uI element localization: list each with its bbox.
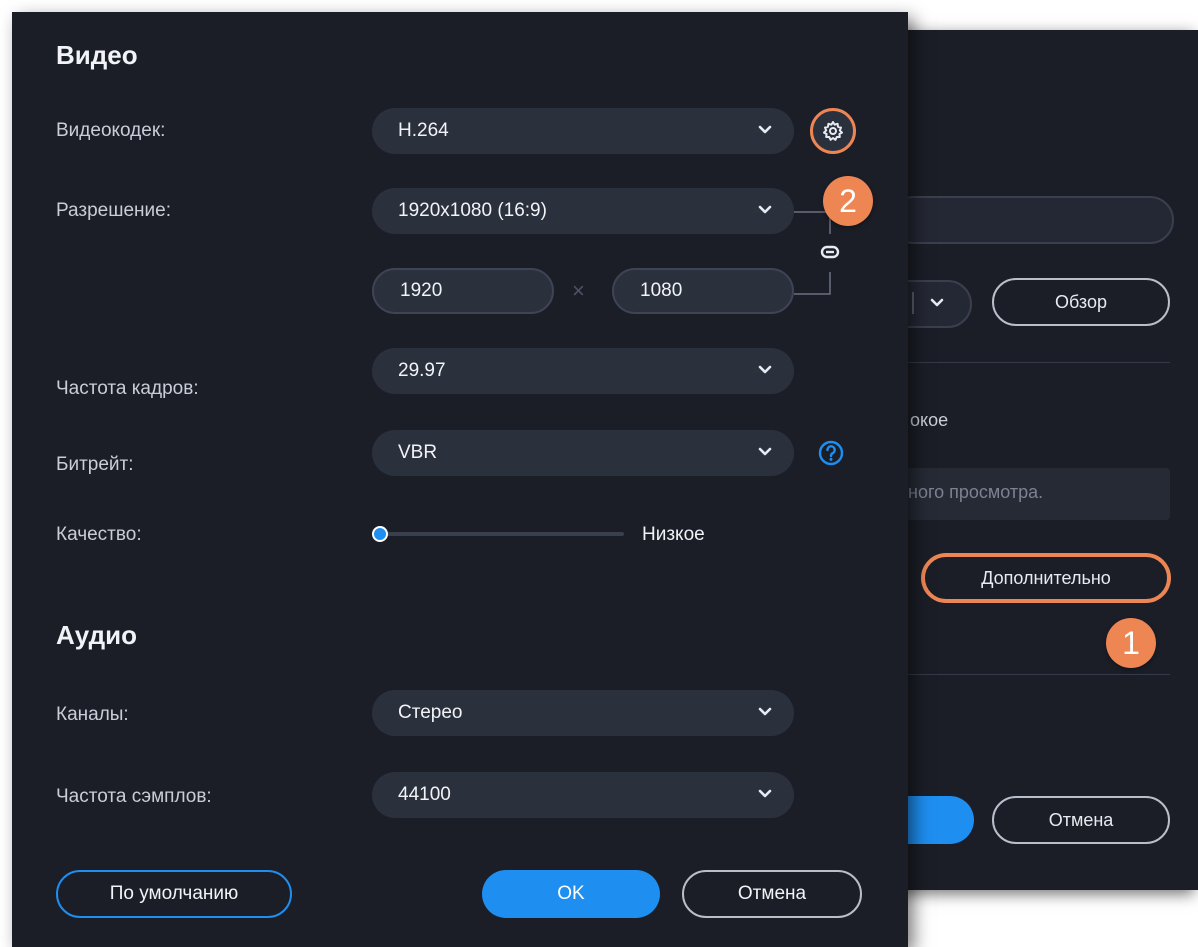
cancel-button-background[interactable]: Отмена: [992, 796, 1170, 844]
bitrate-label: Битрейт:: [56, 454, 134, 475]
codec-value: H.264: [398, 120, 449, 141]
hint-box: ного просмотра.: [900, 468, 1170, 520]
framerate-value: 29.97: [398, 360, 446, 381]
chevron-down-icon: [758, 125, 772, 134]
width-input[interactable]: 1920: [372, 268, 554, 314]
resolution-label: Разрешение:: [56, 200, 172, 221]
bitrate-select[interactable]: VBR: [372, 430, 794, 476]
default-button[interactable]: По умолчанию: [56, 870, 292, 918]
divider: [908, 674, 1170, 675]
advanced-settings-dialog: Видео Видеокодек: H.264 Разрешение: 1920…: [12, 12, 908, 947]
framerate-select[interactable]: 29.97: [372, 348, 794, 394]
quality-label: Качество:: [56, 524, 142, 545]
cancel-button[interactable]: Отмена: [682, 870, 862, 918]
ok-button[interactable]: OK: [482, 870, 660, 918]
framerate-label: Частота кадров:: [56, 378, 199, 399]
divider: [908, 362, 1170, 363]
export-dialog-background: Обзор окое ного просмотра. Дополнительно…: [860, 30, 1198, 890]
channels-label: Каналы:: [56, 704, 129, 725]
quality-slider-thumb[interactable]: [372, 526, 388, 542]
step-2-badge: 2: [823, 176, 873, 226]
codec-settings-button[interactable]: [810, 108, 856, 154]
samplerate-select[interactable]: 44100: [372, 772, 794, 818]
codec-label: Видеокодек:: [56, 120, 166, 141]
advanced-button[interactable]: Дополнительно: [922, 554, 1170, 602]
resolution-value: 1920x1080 (16:9): [398, 200, 547, 221]
chevron-down-icon: [758, 447, 772, 456]
dropdown-divider: [912, 292, 914, 314]
times-sign: ×: [572, 278, 585, 303]
resolution-select[interactable]: 1920x1080 (16:9): [372, 188, 794, 234]
channels-value: Стерео: [398, 702, 463, 723]
audio-section-title: Аудио: [56, 620, 137, 650]
height-value: 1080: [640, 280, 683, 301]
quality-value: Низкое: [642, 524, 705, 545]
gear-icon: [823, 121, 843, 141]
filename-field[interactable]: [890, 196, 1174, 244]
help-icon[interactable]: [818, 440, 844, 466]
chevron-down-icon: [758, 205, 772, 214]
chevron-down-icon: [758, 789, 772, 798]
quality-slider-track: [372, 532, 624, 536]
samplerate-label: Частота сэмплов:: [56, 786, 212, 807]
quality-value-partial: окое: [910, 410, 949, 430]
chevron-down-icon: [758, 707, 772, 716]
samplerate-value: 44100: [398, 784, 451, 805]
hint-text-partial: ного просмотра.: [908, 482, 1044, 502]
bitrate-value: VBR: [398, 442, 438, 463]
step-1-badge: 1: [1106, 618, 1156, 668]
browse-button[interactable]: Обзор: [992, 278, 1170, 326]
video-section-title: Видео: [56, 40, 138, 70]
channels-select[interactable]: Стерео: [372, 690, 794, 736]
quality-slider[interactable]: [372, 520, 624, 548]
width-value: 1920: [400, 280, 443, 301]
height-input[interactable]: 1080: [612, 268, 794, 314]
chevron-down-icon: [930, 298, 944, 307]
link-icon[interactable]: [818, 240, 842, 264]
chevron-down-icon: [758, 365, 772, 374]
codec-select[interactable]: H.264: [372, 108, 794, 154]
